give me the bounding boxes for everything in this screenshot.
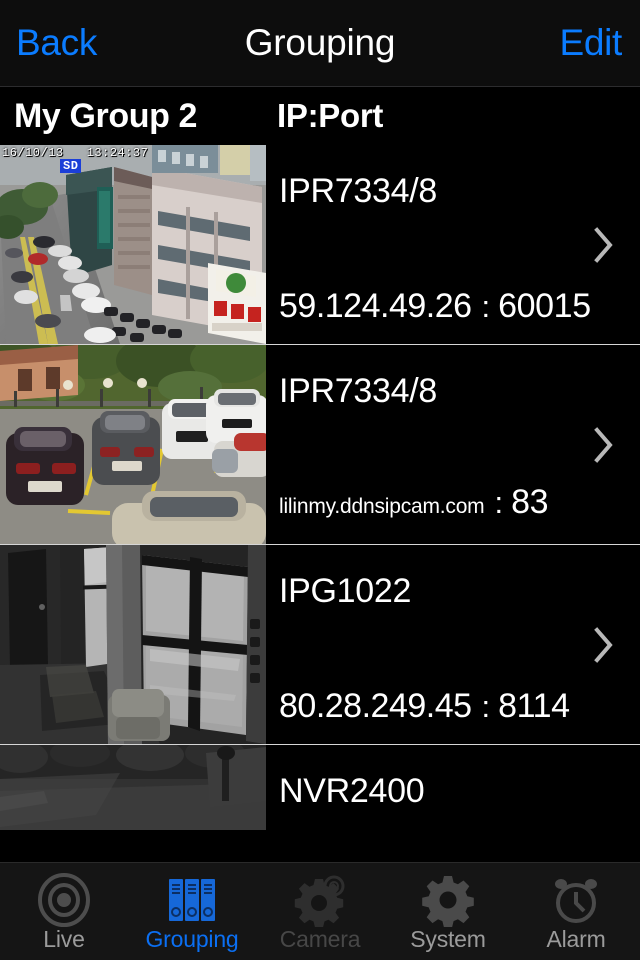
- table-row[interactable]: IPR7334/8 lilinmy.ddnsipcam.com : 83: [0, 345, 640, 545]
- host-port-separator: :: [481, 689, 491, 724]
- indoor-night-image: [0, 545, 266, 744]
- camera-thumbnail[interactable]: [0, 545, 266, 744]
- device-model-label: IPR7334/8: [279, 172, 437, 210]
- table-row[interactable]: 16/10/13 13:24:37 SD IPR7334/8 59.124.49…: [0, 145, 640, 345]
- chevron-right-icon[interactable]: [594, 226, 614, 263]
- chevron-right-icon[interactable]: [594, 626, 614, 663]
- table-row[interactable]: NVR2400: [0, 745, 640, 860]
- device-address: 80.28.249.45 : 8114: [279, 687, 570, 726]
- timestamp-overlay: 16/10/13 13:24:37: [2, 146, 149, 160]
- ipport-column-label: IP:Port: [277, 97, 384, 134]
- gear-icon: [421, 870, 475, 930]
- tab-camera-label: Camera: [279, 926, 361, 952]
- tab-camera[interactable]: Camera: [256, 863, 384, 960]
- row-content: IPR7334/8 lilinmy.ddnsipcam.com : 83: [267, 345, 640, 544]
- tab-live[interactable]: Live: [0, 863, 128, 960]
- device-host: 80.28.249.45: [279, 687, 472, 725]
- night-driveway-image: [0, 745, 266, 830]
- tab-alarm[interactable]: Alarm: [512, 863, 640, 960]
- binders-icon: [165, 870, 219, 930]
- parking-lot-image: [0, 345, 266, 544]
- device-port: 60015: [498, 287, 591, 325]
- row-content: NVR2400: [267, 745, 640, 860]
- device-model-label: NVR2400: [279, 772, 425, 810]
- camera-thumbnail[interactable]: [0, 345, 266, 544]
- app-screen: Back Grouping Edit My Group 2 IP:Port 16…: [0, 0, 640, 960]
- row-content: IPG1022 80.28.249.45 : 8114: [267, 545, 640, 744]
- device-address: lilinmy.ddnsipcam.com : 83: [279, 483, 549, 526]
- host-port-separator: :: [481, 289, 491, 324]
- device-port: 83: [511, 483, 549, 521]
- live-target-icon: [37, 870, 91, 930]
- column-header: My Group 2 IP:Port: [0, 88, 640, 145]
- alarm-clock-icon: [549, 870, 603, 930]
- device-model-label: IPR7334/8: [279, 372, 437, 410]
- table-row[interactable]: IPG1022 80.28.249.45 : 8114: [0, 545, 640, 745]
- device-model-label: IPG1022: [279, 572, 412, 610]
- page-title: Grouping: [244, 22, 396, 63]
- tab-live-label: Live: [43, 926, 85, 952]
- tab-grouping[interactable]: Grouping: [128, 863, 256, 960]
- sd-badge: SD: [60, 159, 82, 173]
- host-port-separator: :: [494, 485, 504, 520]
- tab-system-label: System: [410, 926, 486, 952]
- tab-bar: Live Grouping Camera System Alarm: [0, 862, 640, 960]
- device-port: 8114: [498, 687, 570, 725]
- tab-system[interactable]: System: [384, 863, 512, 960]
- edit-button[interactable]: Edit: [559, 20, 622, 65]
- device-host: 59.124.49.26: [279, 287, 472, 325]
- device-list[interactable]: 16/10/13 13:24:37 SD IPR7334/8 59.124.49…: [0, 145, 640, 860]
- chevron-right-icon[interactable]: [594, 426, 614, 463]
- navigation-bar: Back Grouping Edit: [0, 0, 640, 87]
- street-scene-image: [0, 145, 266, 344]
- camera-thumbnail[interactable]: 16/10/13 13:24:37 SD: [0, 145, 266, 344]
- camera-thumbnail[interactable]: [0, 745, 266, 830]
- device-address: 59.124.49.26 : 60015: [279, 287, 591, 326]
- device-host: lilinmy.ddnsipcam.com: [279, 495, 485, 518]
- tab-grouping-label: Grouping: [145, 926, 239, 952]
- row-content: IPR7334/8 59.124.49.26 : 60015: [267, 145, 640, 344]
- group-name-label: My Group 2: [14, 97, 198, 135]
- tab-alarm-label: Alarm: [546, 926, 606, 952]
- camera-gear-icon: [293, 870, 347, 930]
